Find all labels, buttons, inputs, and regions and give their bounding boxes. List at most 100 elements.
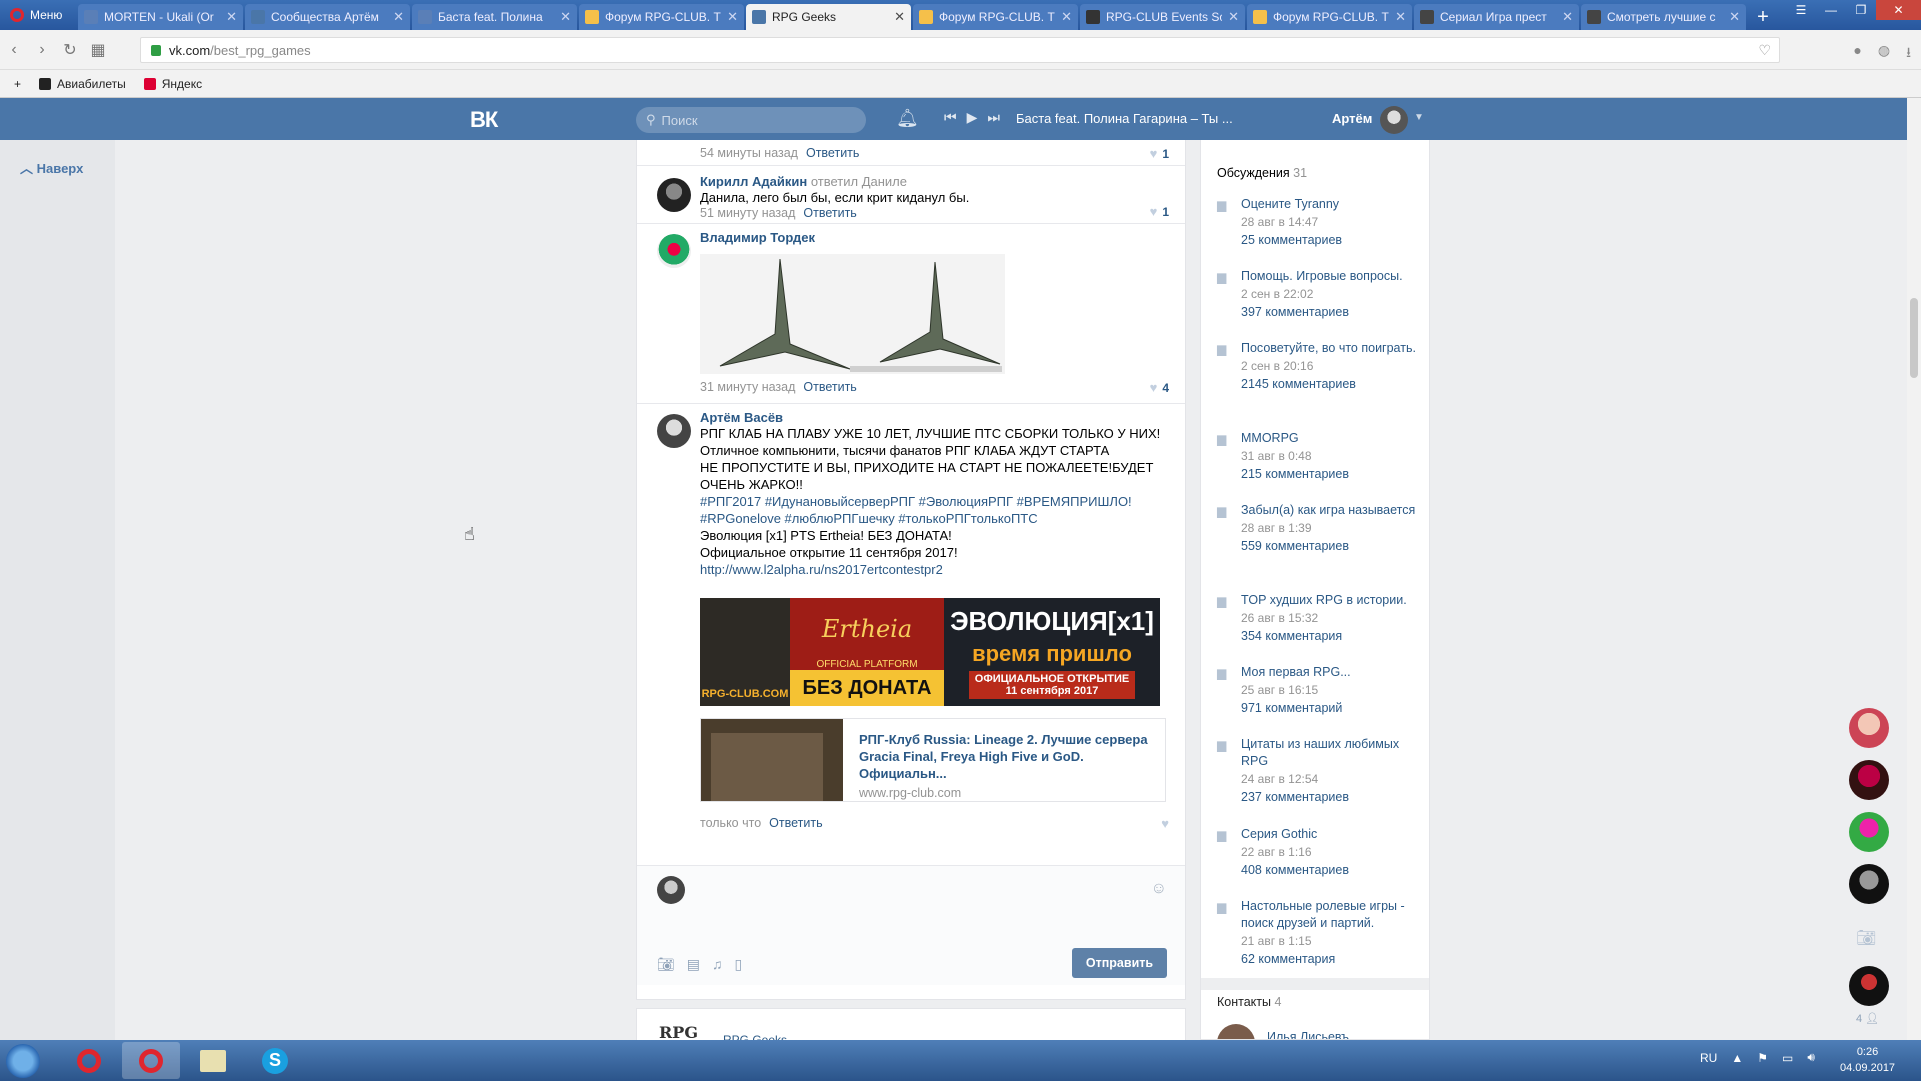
forward-icon[interactable]: ›	[28, 41, 56, 59]
tab-close-icon[interactable]: ✕	[1228, 9, 1239, 25]
user-avatar[interactable]	[1380, 106, 1408, 134]
opera-menu-button[interactable]: Меню	[0, 0, 78, 30]
discussion-item[interactable]: ▆ Помощь. Игровые вопросы. 2 сен в 22:02 39…	[1217, 268, 1427, 321]
document-icon[interactable]: ▯	[735, 956, 743, 973]
maximize-icon[interactable]: ❐	[1846, 0, 1876, 20]
browser-tab-2[interactable]: Сообщества Артём ✕	[245, 4, 410, 30]
like-button[interactable]: ♥ 1	[1150, 146, 1169, 161]
browser-tab-9[interactable]: Сериал Игра прест ✕	[1414, 4, 1579, 30]
discussion-item[interactable]: ▆ Моя первая RPG... 25 авг в 16:15 971 комм…	[1217, 664, 1427, 717]
add-bookmark-icon[interactable]: +	[14, 77, 21, 91]
external-link[interactable]: http://www.l2alpha.ru/ns2017ertcontestpr…	[700, 561, 1170, 578]
browser-tab-6[interactable]: Форум RPG-CLUB. Т ✕	[913, 4, 1078, 30]
like-button[interactable]: ♥ 1	[1150, 204, 1169, 219]
taskbar-opera[interactable]	[60, 1042, 118, 1079]
chevron-down-icon[interactable]: ▼	[1414, 112, 1424, 123]
page-scrollbar[interactable]	[1907, 98, 1921, 1040]
network-icon[interactable]: ▭	[1782, 1051, 1793, 1065]
tab-close-icon[interactable]: ✕	[1729, 9, 1740, 25]
browser-tab-7[interactable]: RPG-CLUB Events Sc ✕	[1080, 4, 1245, 30]
new-tab-button[interactable]: +	[1748, 4, 1778, 30]
send-button[interactable]: Отправить	[1072, 948, 1167, 978]
play-icon[interactable]: ▶︎	[967, 109, 978, 126]
reply-link[interactable]: Ответить	[803, 206, 856, 220]
reply-link[interactable]: Ответить	[769, 816, 822, 830]
tab-close-icon[interactable]: ✕	[560, 9, 571, 25]
window-close-icon[interactable]: ✕	[1876, 0, 1921, 20]
discussion-item[interactable]: ▆ Посоветуйте, во что поиграть. 2 сен в 20…	[1217, 340, 1427, 393]
bookmark-aviabilety[interactable]: Авиабилеты	[39, 77, 126, 91]
contacts-header[interactable]: Контакты 4	[1217, 995, 1281, 1009]
browser-tab-10[interactable]: Смотреть лучшие с ✕	[1581, 4, 1746, 30]
promo-banner-image[interactable]: RPG-CLUB.COM Ertheia OFFICIAL PLATFORM Б…	[700, 598, 1160, 706]
download-icon[interactable]: ⭳	[1906, 42, 1911, 66]
start-button[interactable]	[6, 1044, 40, 1078]
avatar[interactable]	[657, 234, 691, 268]
comment-author[interactable]: Владимир Тордек	[700, 230, 1170, 245]
discussion-item[interactable]: ▆ Оцените Tyranny 28 авг в 14:47 25 коммент…	[1217, 196, 1427, 249]
reply-link[interactable]: Ответить	[806, 146, 859, 160]
user-name[interactable]: Артём	[1332, 111, 1372, 126]
shared-link-card[interactable]: РПГ-Клуб Russia: Lineage 2. Лучшие серве…	[700, 718, 1166, 802]
tab-close-icon[interactable]: ✕	[1562, 9, 1573, 25]
flag-icon[interactable]: ⚑	[1757, 1051, 1768, 1065]
discussion-item[interactable]: ▆ Серия Gothic 22 авг в 1:16 408 комментари…	[1217, 826, 1427, 879]
discussion-item[interactable]: ▆ Цитаты из наших любимых RPG 24 авг в 12:…	[1217, 736, 1427, 806]
discussion-item[interactable]: ▆ MMORPG 31 авг в 0:48 215 комментариев	[1217, 430, 1427, 483]
language-indicator[interactable]: RU	[1700, 1051, 1717, 1065]
browser-tab-1[interactable]: MORTEN - Ukali (Or ✕	[78, 4, 243, 30]
tabs-grid-icon[interactable]: ▦	[84, 40, 112, 60]
tab-close-icon[interactable]: ✕	[1395, 9, 1406, 25]
back-icon[interactable]: ‹	[0, 41, 28, 59]
comment-author[interactable]: Кирилл Адайкин	[700, 174, 807, 189]
hashtags[interactable]: #RPGonelove #люблюРПГшечку #толькоРПГтол…	[700, 510, 1170, 527]
next-track-icon[interactable]: ⏭︎	[987, 109, 1000, 126]
comment-input[interactable]	[697, 874, 1137, 910]
friend-avatar[interactable]	[1849, 760, 1889, 800]
music-icon[interactable]: ♫	[712, 956, 723, 973]
browser-tab-8[interactable]: Форум RPG-CLUB. Т ✕	[1247, 4, 1412, 30]
avatar[interactable]	[657, 178, 691, 212]
browser-tab-4[interactable]: Форум RPG-CLUB. Т ✕	[579, 4, 744, 30]
video-icon[interactable]: ▤	[687, 956, 700, 973]
tab-close-icon[interactable]: ✕	[393, 9, 404, 25]
browser-tab-5-active[interactable]: RPG Geeks ✕	[746, 4, 911, 30]
volume-icon[interactable]: 🔊︎	[1807, 1050, 1815, 1065]
previous-track-icon[interactable]: ⏮︎	[944, 109, 957, 126]
friend-avatar[interactable]	[1849, 864, 1889, 904]
hashtags[interactable]: #РПГ2017 #ИдунановыйсерверРПГ #ЭволюцияР…	[700, 493, 1170, 510]
comment-author[interactable]: Артём Васёв	[700, 410, 1170, 425]
taskbar-opera-active[interactable]	[122, 1042, 180, 1079]
notifications-bell-icon[interactable]: 🔔︎	[896, 108, 919, 129]
friends-online-count[interactable]: 4 👤︎	[1856, 1012, 1879, 1025]
taskbar-explorer[interactable]	[184, 1042, 242, 1079]
shared-link-title[interactable]: РПГ-Клуб Russia: Lineage 2. Лучшие серве…	[859, 731, 1149, 782]
scroll-to-top-link[interactable]: ︿ Наверх	[20, 158, 83, 177]
avatar[interactable]	[1217, 1024, 1255, 1039]
reply-link[interactable]: Ответить	[803, 380, 856, 394]
vk-logo[interactable]: ВК	[470, 107, 498, 133]
like-button[interactable]: ♥	[1161, 816, 1169, 831]
friend-avatar[interactable]	[1849, 966, 1889, 1006]
tab-close-icon[interactable]: ✕	[727, 9, 738, 25]
reload-icon[interactable]: ↻	[56, 40, 84, 60]
tab-menu-icon[interactable]: ☰	[1786, 0, 1816, 20]
contact-name[interactable]: Илья Лисьевъ	[1267, 1030, 1349, 1039]
discussion-item[interactable]: ▆ TOP худших RPG в истории. 26 авг в 15:32…	[1217, 592, 1427, 645]
tab-close-icon[interactable]: ✕	[226, 9, 237, 25]
vpn-globe-icon[interactable]: ◍	[1878, 42, 1890, 66]
camera-icon[interactable]: 📷︎	[1856, 928, 1876, 948]
discussion-item[interactable]: ▆ Забыл(а) как игра называется 28 авг в 1:…	[1217, 502, 1427, 555]
tray-arrow-icon[interactable]: ▲	[1731, 1051, 1743, 1065]
system-clock[interactable]: 0:26 04.09.2017	[1840, 1044, 1895, 1076]
tab-close-icon[interactable]: ✕	[894, 9, 905, 25]
tab-close-icon[interactable]: ✕	[1061, 9, 1072, 25]
emoji-icon[interactable]: ☺	[1151, 880, 1167, 898]
browser-tab-3[interactable]: Баста feat. Полина ✕	[412, 4, 577, 30]
adblock-icon[interactable]: ●	[1853, 42, 1861, 66]
url-field[interactable]: vk.com/best_rpg_games ♡	[140, 37, 1780, 63]
friend-avatar[interactable]	[1849, 708, 1889, 748]
bookmark-heart-icon[interactable]: ♡	[1758, 42, 1771, 59]
discussion-item[interactable]: ▆ Настольные ролевые игры - поиск друзей …	[1217, 898, 1427, 968]
avatar[interactable]	[657, 414, 691, 448]
